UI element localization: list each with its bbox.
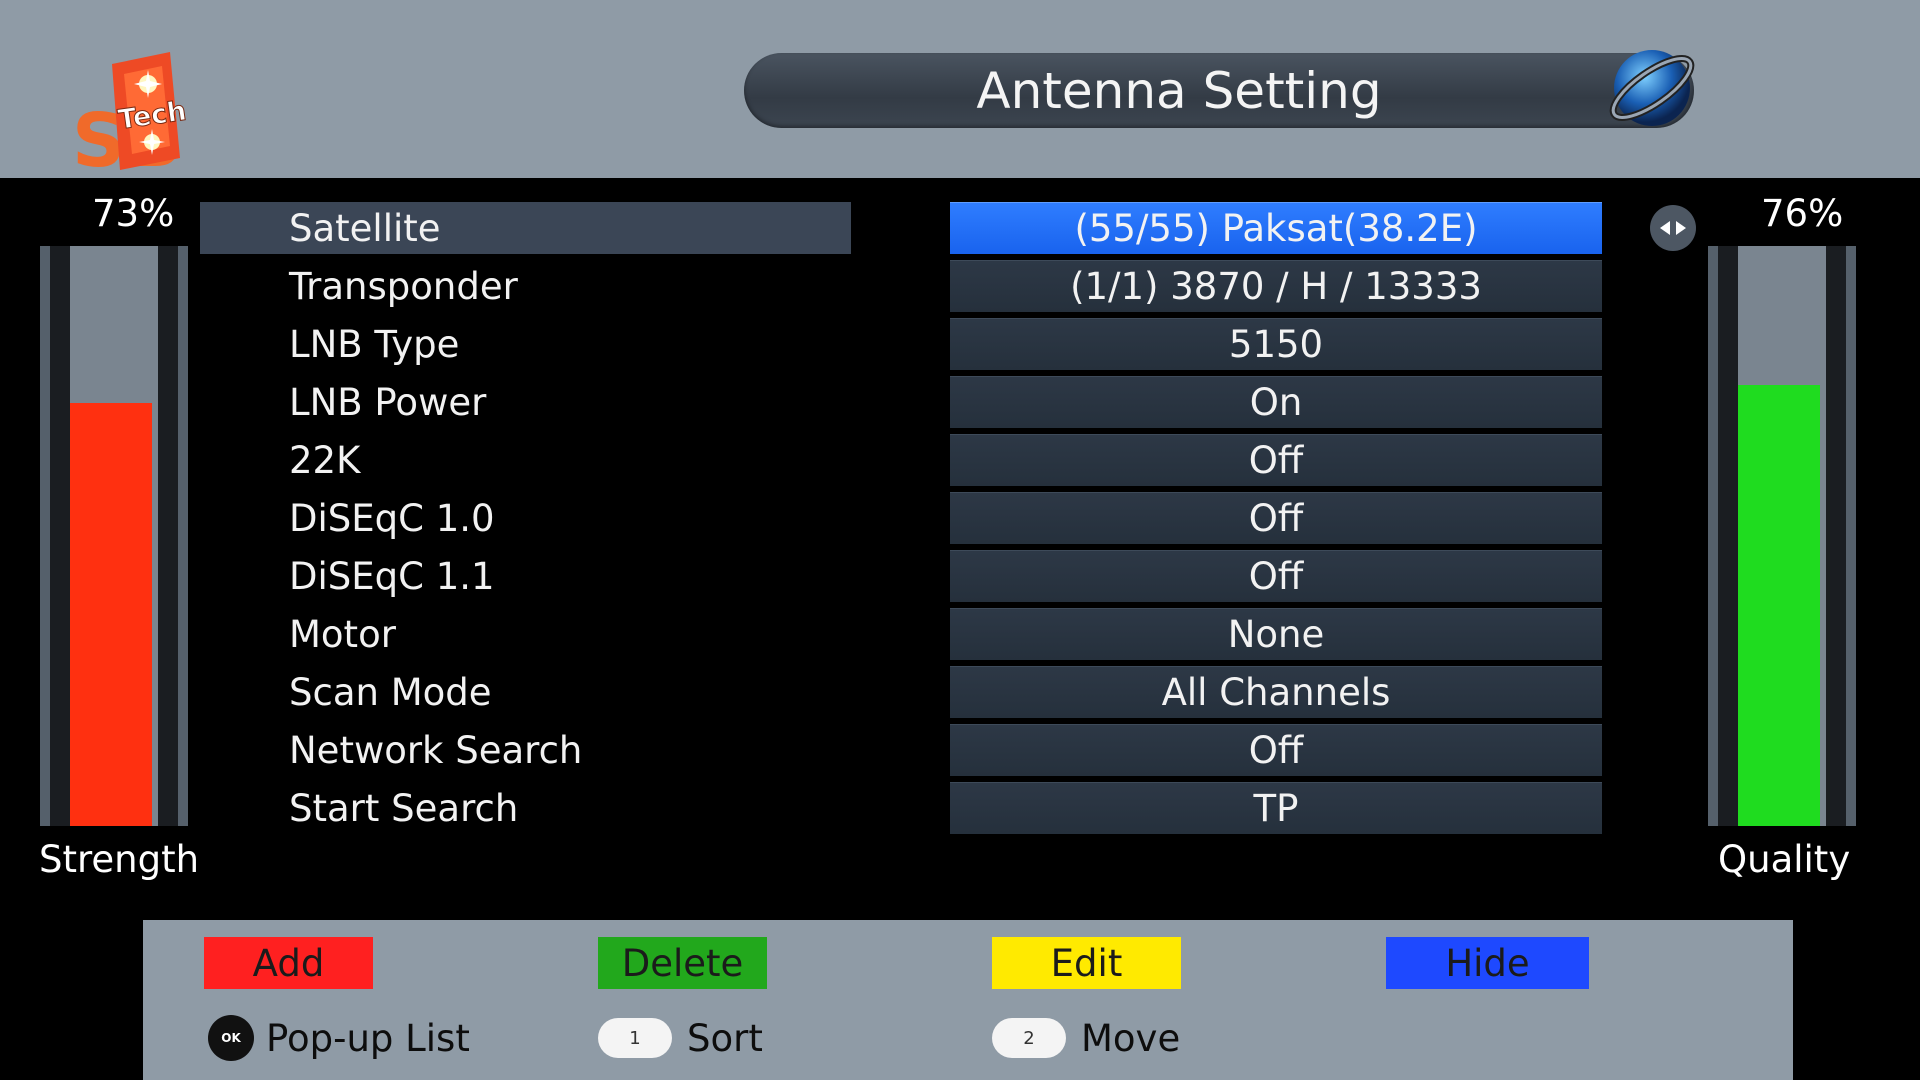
menu-label-lnb-power[interactable]: LNB Power bbox=[200, 376, 851, 428]
hint-popup-list-label: Pop-up List bbox=[266, 1016, 470, 1060]
quality-meter bbox=[1708, 246, 1856, 826]
menu-value-22k[interactable]: Off bbox=[950, 434, 1602, 486]
menu-label-lnb-type[interactable]: LNB Type bbox=[200, 318, 851, 370]
hint-move-label: Move bbox=[1081, 1016, 1181, 1060]
hint-sort: 1 Sort bbox=[598, 1010, 763, 1066]
menu-value-lnb-power[interactable]: On bbox=[950, 376, 1602, 428]
key-2-icon: 2 bbox=[992, 1018, 1066, 1058]
strength-meter-fill bbox=[70, 402, 152, 826]
techsb-logo: SB Tech bbox=[70, 46, 250, 184]
menu-value-start-search[interactable]: TP bbox=[950, 782, 1602, 834]
menu-value-diseqc-1-1[interactable]: Off bbox=[950, 550, 1602, 602]
menu-label-diseqc-1-0[interactable]: DiSEqC 1.0 bbox=[200, 492, 851, 544]
ok-key-icon: OK bbox=[208, 1015, 254, 1061]
menu-value-lnb-type[interactable]: 5150 bbox=[950, 318, 1602, 370]
quality-meter-fill bbox=[1738, 385, 1820, 826]
hint-popup-list: OK Pop-up List bbox=[208, 1010, 470, 1066]
menu-value-motor[interactable]: None bbox=[950, 608, 1602, 660]
menu-value-satellite[interactable]: (55/55) Paksat(38.2E) bbox=[950, 202, 1602, 254]
strength-percent: 73% bbox=[92, 192, 175, 235]
menu-label-network-search[interactable]: Network Search bbox=[200, 724, 851, 776]
header-bar: SB Tech Antenna Setting bbox=[0, 0, 1920, 184]
quality-label: Quality bbox=[1718, 838, 1851, 881]
menu-label-start-search[interactable]: Start Search bbox=[200, 782, 851, 834]
page-title: Antenna Setting bbox=[976, 61, 1382, 120]
title-banner: Antenna Setting bbox=[744, 53, 1694, 128]
menu-label-scan-mode[interactable]: Scan Mode bbox=[200, 666, 851, 718]
menu-value-scan-mode[interactable]: All Channels bbox=[950, 666, 1602, 718]
menu-label-motor[interactable]: Motor bbox=[200, 608, 851, 660]
menu-label-22k[interactable]: 22K bbox=[200, 434, 851, 486]
hint-sort-label: Sort bbox=[687, 1016, 763, 1060]
menu-label-diseqc-1-1[interactable]: DiSEqC 1.1 bbox=[200, 550, 851, 602]
globe-icon bbox=[1600, 36, 1700, 136]
quality-percent: 76% bbox=[1761, 192, 1844, 235]
menu-value-diseqc-1-0[interactable]: Off bbox=[950, 492, 1602, 544]
edit-button[interactable]: Edit bbox=[992, 937, 1181, 989]
left-right-arrows-icon[interactable] bbox=[1650, 205, 1696, 251]
hide-button[interactable]: Hide bbox=[1386, 937, 1589, 989]
hint-move: 2 Move bbox=[992, 1010, 1180, 1066]
strength-meter bbox=[40, 246, 188, 826]
delete-button[interactable]: Delete bbox=[598, 937, 767, 989]
menu-value-network-search[interactable]: Off bbox=[950, 724, 1602, 776]
add-button[interactable]: Add bbox=[204, 937, 373, 989]
key-1-icon: 1 bbox=[598, 1018, 672, 1058]
menu-value-transponder[interactable]: (1/1) 3870 / H / 13333 bbox=[950, 260, 1602, 312]
strength-label: Strength bbox=[39, 838, 200, 881]
menu-label-transponder[interactable]: Transponder bbox=[200, 260, 851, 312]
menu-label-satellite[interactable]: Satellite bbox=[200, 202, 851, 254]
